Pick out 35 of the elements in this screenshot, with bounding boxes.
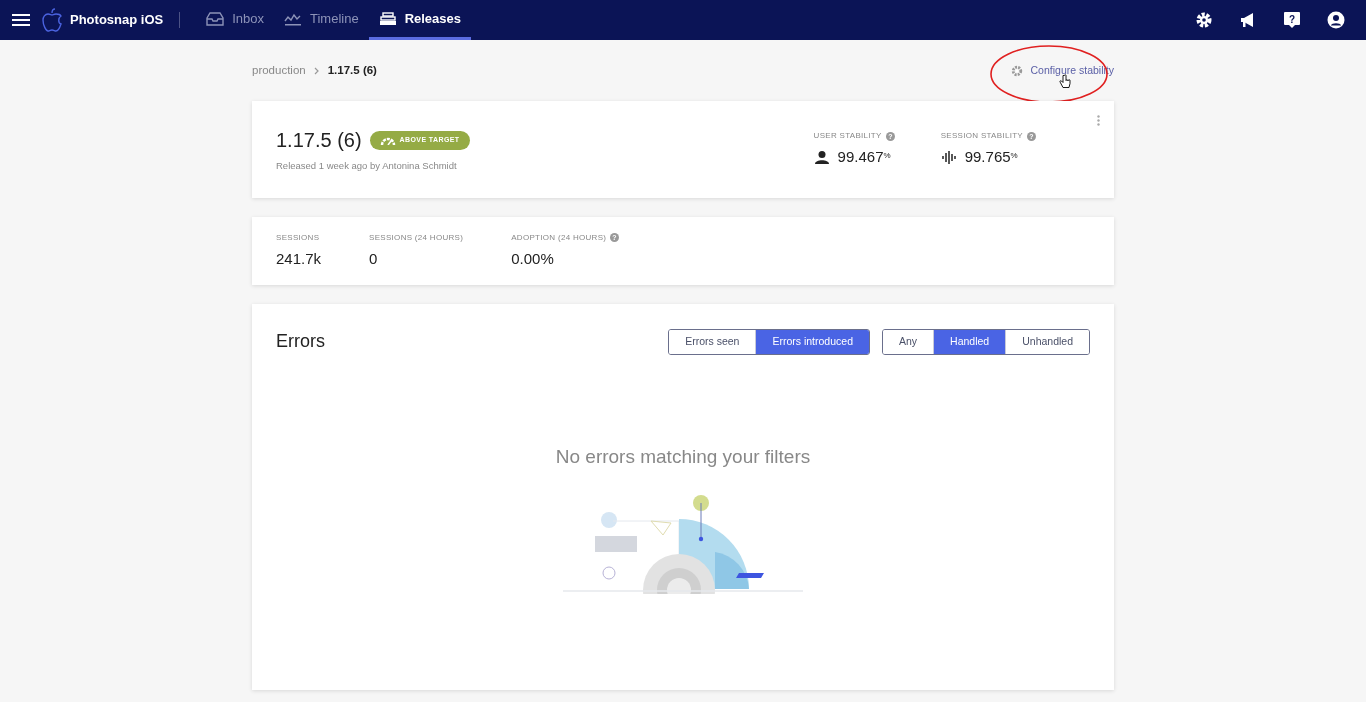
metric-label: SESSIONS (24 HOURS) — [369, 231, 464, 244]
inbox-icon — [206, 11, 225, 26]
account-icon[interactable] — [1327, 11, 1345, 29]
settings-icon[interactable] — [1195, 11, 1213, 29]
filter-toggle[interactable]: Handled — [933, 329, 1006, 354]
nav-tab[interactable]: Inbox — [196, 0, 274, 40]
section-title: Errors — [276, 330, 325, 353]
chart-line-icon — [284, 11, 302, 26]
person-icon — [813, 150, 830, 165]
apple-icon — [42, 8, 62, 32]
metric-value: 0.00% — [511, 248, 555, 269]
stat-value: 99.467$^{%}$ — [837, 147, 891, 168]
filter-toggle[interactable]: Unhandled — [1005, 329, 1089, 354]
stat-label: USER STABILITY — [813, 130, 882, 143]
settings-icon — [1010, 64, 1023, 77]
nav-tab[interactable]: Releases — [368, 0, 472, 40]
breadcrumb-item: 1.17.5 (6) — [327, 62, 377, 78]
release-subtitle: Released 1 week ago by Antonina Schmidt — [276, 159, 458, 174]
metric-value: 0 — [369, 248, 379, 269]
stat-label: SESSION STABILITY — [940, 130, 1023, 143]
gauge-icon — [379, 135, 396, 145]
menu-icon[interactable] — [12, 13, 30, 27]
breadcrumb-item[interactable]: production — [252, 61, 306, 80]
filter-toggle[interactable]: Errors introduced — [755, 329, 869, 354]
metric-value: 241.7k — [276, 248, 322, 269]
app-name: Photosnap iOS — [70, 11, 164, 30]
metric-label: ADOPTION (24 HOURS) — [511, 231, 607, 244]
metric-label: SESSIONS — [276, 231, 320, 244]
chevron-icon — [313, 66, 320, 75]
release-version: 1.17.5 (6) — [276, 128, 362, 154]
stat-value: 99.765$^{%}$ — [964, 147, 1018, 168]
waveform-icon — [940, 150, 957, 165]
empty-message: No errors matching your filters — [555, 445, 811, 469]
stack-icon — [378, 11, 397, 26]
nav-tab[interactable]: Timeline — [274, 0, 369, 40]
